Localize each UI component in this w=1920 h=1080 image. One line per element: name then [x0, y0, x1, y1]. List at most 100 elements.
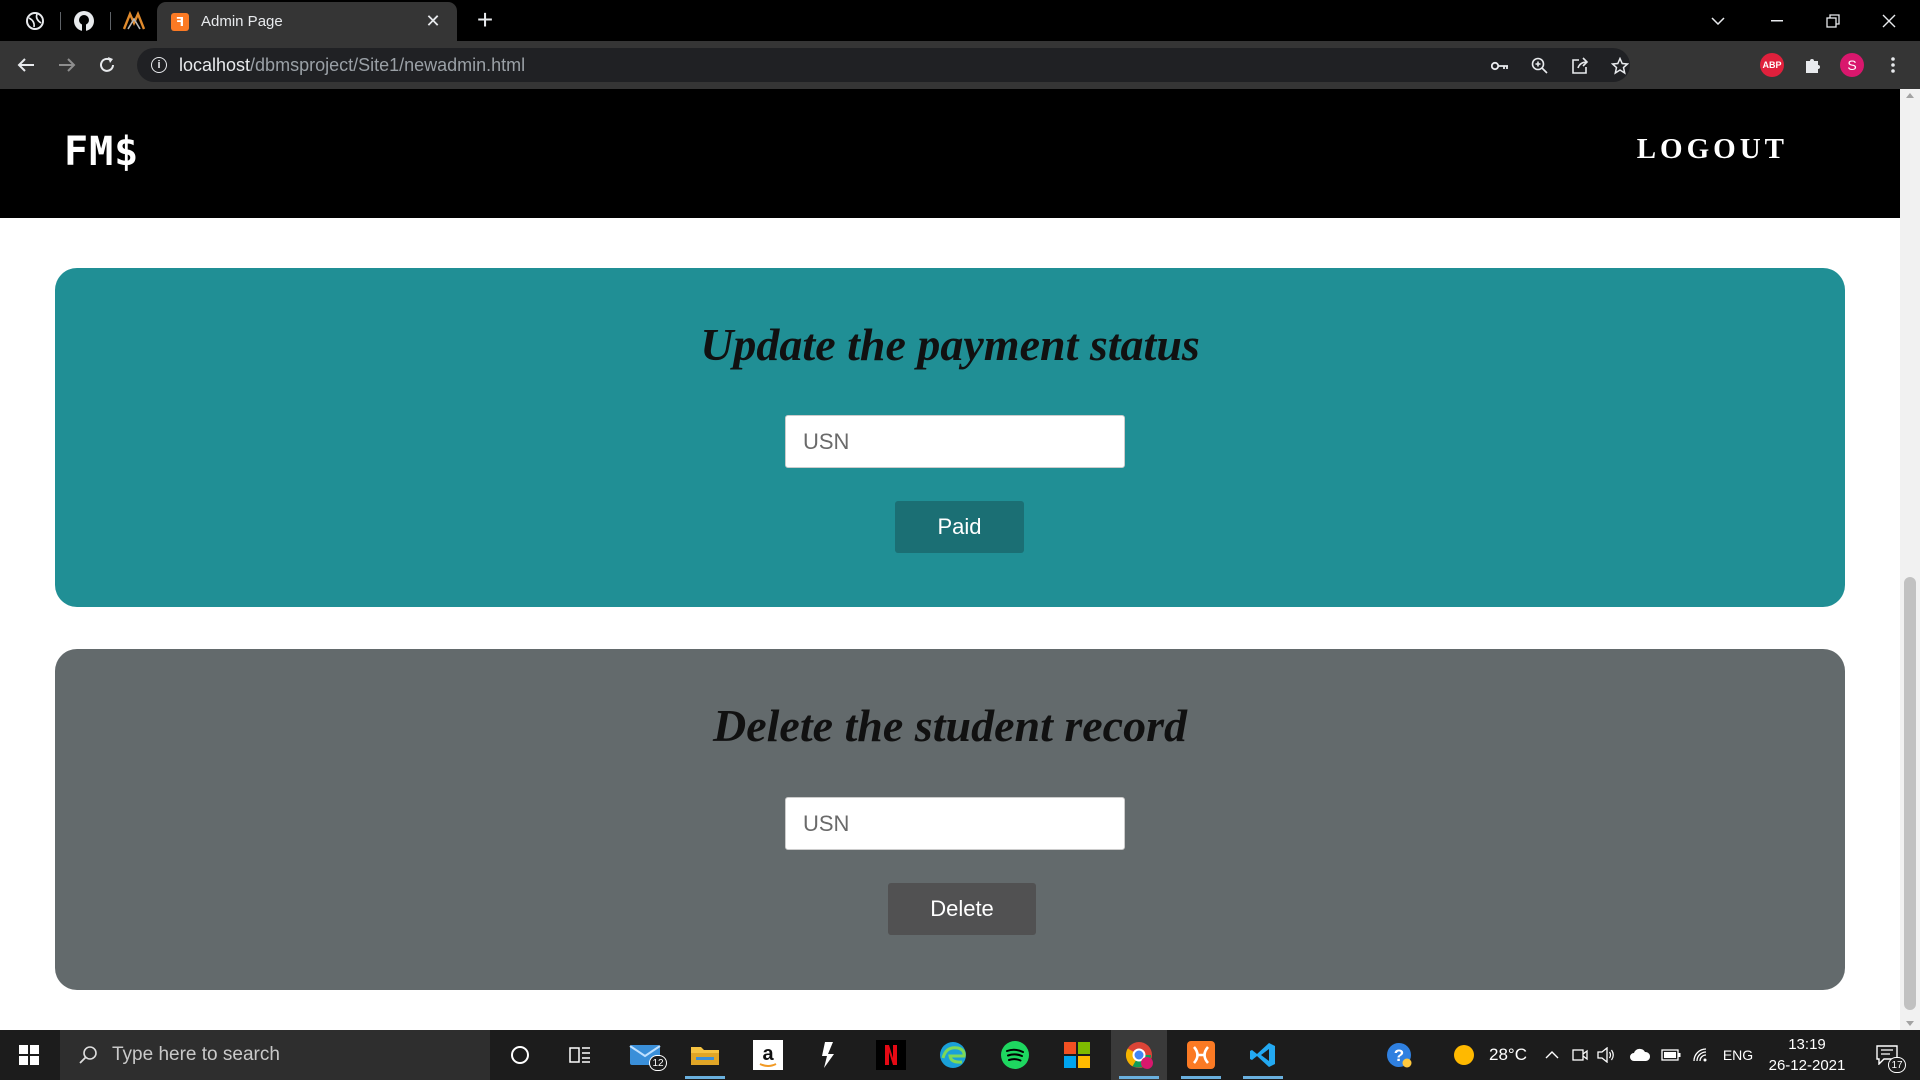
delete-card-title: Delete the student record: [713, 700, 1187, 751]
key-icon[interactable]: [1491, 57, 1509, 75]
close-tab-icon[interactable]: ✕: [423, 11, 443, 32]
tab-separator: [60, 12, 61, 30]
chrome-menu-button[interactable]: [1877, 49, 1909, 81]
browser-toolbar: i localhost/dbmsproject/Site1/newadmin.h…: [0, 41, 1920, 89]
adblock-plus-icon[interactable]: ABP: [1760, 53, 1784, 77]
task-view-icon: [569, 1047, 590, 1063]
netflix-app[interactable]: [863, 1030, 919, 1080]
help-icon: ?: [1387, 1043, 1412, 1068]
spotify-app[interactable]: [987, 1030, 1043, 1080]
forward-button[interactable]: [51, 49, 83, 81]
taskbar-clock[interactable]: 13:19 26-12-2021: [1764, 1034, 1850, 1076]
restore-button[interactable]: [1805, 0, 1861, 41]
browser-tab-bar: ꟻ Admin Page ✕ +: [0, 0, 1920, 41]
folder-icon: [691, 1047, 719, 1065]
wifi-tray[interactable]: [1688, 1030, 1714, 1080]
task-view-button[interactable]: [552, 1030, 608, 1080]
payment-usn-input[interactable]: [785, 415, 1125, 468]
site-info-icon[interactable]: i: [151, 57, 167, 73]
windows-logo-icon: [19, 1045, 39, 1065]
share-icon[interactable]: [1571, 57, 1589, 75]
zoom-icon[interactable]: [1531, 57, 1549, 75]
speaker-icon: [1597, 1047, 1614, 1063]
site-logo-icon: [122, 11, 146, 30]
media-app[interactable]: [801, 1030, 857, 1080]
scrollbar-thumb[interactable]: [1904, 577, 1916, 1010]
file-explorer-app[interactable]: [677, 1030, 733, 1080]
lightning-icon: [822, 1042, 834, 1068]
paid-button[interactable]: Paid: [895, 501, 1024, 553]
cortana-button[interactable]: [492, 1030, 548, 1080]
language-indicator[interactable]: ENG: [1718, 1030, 1758, 1080]
puzzle-icon: [1806, 59, 1820, 73]
extensions-button[interactable]: [1797, 49, 1829, 81]
tab-search-chevron-icon[interactable]: [1690, 0, 1746, 41]
page-scrollbar[interactable]: [1900, 89, 1920, 1030]
delete-record-card: Delete the student record Delete: [55, 649, 1845, 990]
vscode-icon: [1250, 1043, 1275, 1067]
start-button[interactable]: [0, 1030, 58, 1080]
xampp-app[interactable]: [1173, 1030, 1229, 1080]
tab-title: Admin Page: [201, 13, 283, 30]
taskbar-search-box[interactable]: Type here to search: [60, 1030, 490, 1080]
minimize-button[interactable]: [1749, 0, 1805, 41]
scroll-up-arrow-icon[interactable]: [1906, 93, 1914, 98]
help-tray-button[interactable]: ?: [1378, 1030, 1420, 1080]
tab-admin-page[interactable]: ꟻ Admin Page ✕: [157, 2, 457, 41]
arrow-left-icon: [17, 58, 34, 72]
edge-icon: [940, 1042, 966, 1068]
pinned-tab-globe[interactable]: [15, 5, 55, 37]
wifi-icon: [1693, 1048, 1707, 1062]
sun-icon: [1454, 1045, 1474, 1065]
page-viewport: FM$ LOGOUT Update the payment status Pai…: [0, 89, 1900, 1030]
onedrive-tray[interactable]: [1626, 1030, 1654, 1080]
restore-icon: [1826, 13, 1840, 28]
delete-usn-input[interactable]: [785, 797, 1125, 850]
weather-widget[interactable]: 28°C: [1440, 1030, 1540, 1080]
search-placeholder: Type here to search: [112, 1044, 280, 1065]
svg-text:a: a: [762, 1043, 774, 1065]
store-app[interactable]: [1049, 1030, 1105, 1080]
spotify-icon: [1001, 1041, 1029, 1069]
pinned-tab-site[interactable]: [114, 5, 154, 37]
meet-now-tray[interactable]: [1568, 1030, 1592, 1080]
profile-avatar[interactable]: S: [1840, 53, 1864, 77]
chrome-app[interactable]: [1111, 1030, 1167, 1080]
payment-card-title: Update the payment status: [700, 319, 1200, 370]
amazon-app[interactable]: a: [740, 1030, 796, 1080]
camera-icon: [1572, 1049, 1588, 1061]
windows-taskbar: Type here to search 12 a ? 28°C ENG 13:1…: [0, 1030, 1920, 1080]
delete-button[interactable]: Delete: [888, 883, 1036, 935]
bookmark-star-icon[interactable]: [1611, 57, 1629, 75]
kebab-menu-icon: [1891, 57, 1895, 73]
battery-tray[interactable]: [1658, 1030, 1684, 1080]
show-hidden-icons-button[interactable]: [1540, 1030, 1564, 1080]
xampp-favicon-icon: ꟻ: [171, 12, 189, 31]
reload-icon: [100, 57, 114, 72]
pinned-tab-github[interactable]: [64, 5, 104, 37]
notification-center-button[interactable]: 17: [1862, 1030, 1912, 1080]
xampp-icon: [1187, 1041, 1215, 1069]
minimize-icon: [1771, 19, 1783, 21]
logout-link[interactable]: LOGOUT: [1637, 133, 1788, 166]
vscode-app[interactable]: [1235, 1030, 1291, 1080]
search-icon: [74, 1041, 102, 1069]
reload-button[interactable]: [91, 49, 123, 81]
site-header: FM$ LOGOUT: [0, 89, 1900, 218]
globe-icon: [26, 12, 44, 30]
netflix-icon: [876, 1040, 906, 1070]
volume-tray[interactable]: [1594, 1030, 1618, 1080]
mail-app[interactable]: 12: [617, 1030, 673, 1080]
weather-temperature: 28°C: [1489, 1045, 1527, 1064]
scroll-down-arrow-icon[interactable]: [1906, 1021, 1914, 1026]
site-logo[interactable]: FM$: [64, 129, 139, 175]
edge-app[interactable]: [925, 1030, 981, 1080]
battery-icon: [1661, 1049, 1681, 1061]
back-button[interactable]: [10, 49, 42, 81]
address-bar[interactable]: i localhost/dbmsproject/Site1/newadmin.h…: [137, 48, 1630, 82]
clock-date: 26-12-2021: [1768, 1057, 1846, 1074]
close-icon: [1882, 14, 1896, 27]
close-window-button[interactable]: [1861, 0, 1917, 41]
new-tab-button[interactable]: +: [470, 4, 500, 36]
tab-separator: [110, 12, 111, 30]
